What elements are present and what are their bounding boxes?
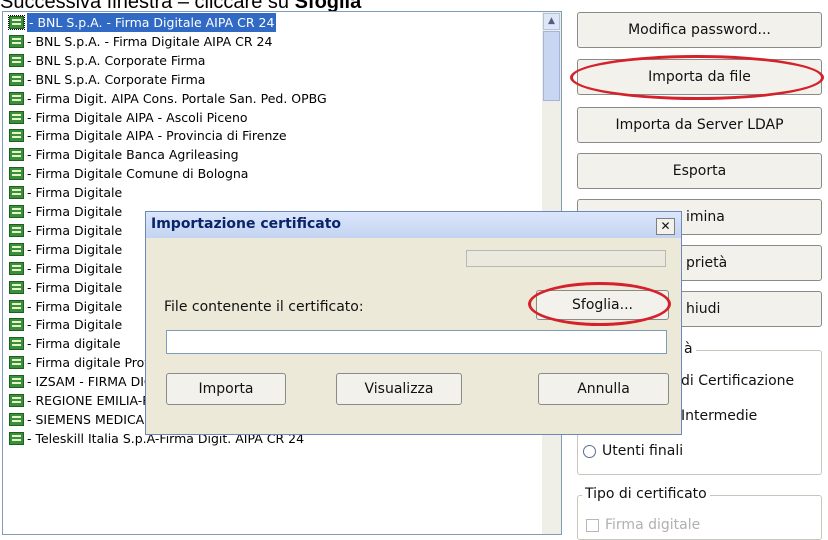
certificate-icon (9, 318, 24, 332)
list-item-label: - Firma digitale (27, 336, 121, 352)
list-item[interactable]: - Firma Digitale (9, 240, 122, 259)
list-item[interactable]: - Firma Digitale (9, 315, 122, 334)
list-item[interactable]: - Firma Digitale (9, 183, 122, 202)
certificate-icon (9, 394, 24, 407)
progress-bar (466, 250, 666, 267)
importa-da-file-button[interactable]: Importa da file (577, 59, 822, 95)
list-item-label: - Firma Digitale (27, 260, 123, 276)
list-item[interactable]: - Firma Digit. AIPA Cons. Portale San. P… (9, 89, 327, 108)
certificate-icon (9, 34, 24, 48)
radio-intermedie-label[interactable]: Intermedie (681, 408, 757, 424)
list-item-label: - Firma Digitale AIPA - Ascoli Piceno (27, 109, 248, 125)
list-item[interactable]: - BNL S.p.A. Corporate Firma (9, 70, 205, 89)
list-item-label: - Firma Digitale Banca Agrileasing (27, 147, 239, 163)
list-item[interactable]: - Firma Digitale (9, 221, 122, 240)
dialog-titlebar[interactable]: Importazione certificato ✕ (146, 212, 681, 238)
certificate-icon (9, 53, 24, 67)
list-item[interactable]: - Firma Digitale (9, 297, 122, 316)
esporta-button[interactable]: Esporta (577, 153, 822, 189)
certificate-icon (9, 110, 24, 124)
tipologia-group-title: à (681, 341, 696, 357)
list-item[interactable]: - BNL S.p.A. Corporate Firma (9, 51, 205, 70)
modifica-password-button[interactable]: Modifica password... (577, 12, 822, 48)
list-item-label: - Firma Digitale (27, 185, 123, 201)
list-item-label: - Firma Digitale Comune di Bologna (27, 166, 249, 182)
radio-utenti-finali[interactable]: Utenti finali (583, 443, 683, 459)
certificate-icon (8, 15, 25, 30)
firma-digitale-label: Firma digitale (605, 517, 701, 533)
list-item[interactable]: - Firma Digitale Banca Agrileasing (9, 145, 239, 164)
list-item[interactable]: - BNL S.p.A. - Firma Digitale AIPA CR 24 (8, 13, 277, 32)
list-item[interactable]: - Firma Digitale (9, 202, 122, 221)
visualizza-button[interactable]: Visualizza (336, 373, 462, 405)
radio-utenti-finali-label: Utenti finali (602, 443, 684, 459)
list-item-label: - Firma Digitale (27, 298, 123, 314)
certificate-icon (9, 280, 24, 294)
list-item-label: - Firma Digitale AIPA - Provincia di Fir… (27, 128, 287, 144)
certificate-icon (9, 375, 24, 389)
list-item-label: - Firma Digit. AIPA Cons. Portale San. P… (27, 90, 327, 106)
list-item-label: - Firma Digitale (27, 241, 123, 257)
certificate-icon (9, 337, 24, 351)
sfoglia-button[interactable]: Sfoglia... (536, 290, 669, 320)
list-item[interactable]: - Firma Digitale AIPA - Ascoli Piceno (9, 108, 248, 127)
certificate-icon (9, 72, 24, 86)
list-item[interactable]: - Firma Digitale Comune di Bologna (9, 164, 248, 183)
radio-certificazione-label[interactable]: di Certificazione (681, 373, 794, 389)
certificate-icon (9, 148, 24, 162)
firma-digitale-checkbox-row[interactable]: Firma digitale (586, 517, 700, 533)
certificate-icon (9, 412, 24, 426)
list-item-label: - Firma Digitale (27, 317, 123, 333)
certificate-icon (9, 242, 24, 256)
scroll-thumb[interactable] (543, 31, 560, 101)
list-item[interactable]: - Firma Digitale (9, 259, 122, 278)
list-item-label: - Firma Digitale (27, 222, 123, 238)
close-icon[interactable]: ✕ (656, 218, 675, 235)
certificate-icon (9, 167, 24, 181)
annulla-button[interactable]: Annulla (538, 373, 669, 405)
radio-button-icon[interactable] (583, 444, 596, 458)
certificate-icon (9, 129, 24, 143)
list-item-label: - Firma Digitale (27, 279, 123, 295)
import-dialog: Importazione certificato ✕ File contenen… (145, 211, 682, 435)
list-item-label: - BNL S.p.A. Corporate Firma (27, 71, 206, 87)
certificate-icon (9, 186, 24, 200)
certificate-icon (9, 261, 24, 275)
list-item-label: - BNL S.p.A. - Firma Digitale AIPA CR 24 (27, 33, 273, 49)
importa-ldap-button[interactable]: Importa da Server LDAP (577, 107, 822, 143)
list-item-label: - BNL S.p.A. - Firma Digitale AIPA CR 24 (27, 13, 277, 32)
certificate-icon (9, 205, 24, 218)
list-item[interactable]: - BNL S.p.A. - Firma Digitale AIPA CR 24 (9, 32, 272, 51)
list-item[interactable]: - Firma digitale (9, 334, 121, 353)
certificate-icon (9, 431, 24, 445)
list-item[interactable]: - Firma Digitale (9, 278, 122, 297)
checkbox-icon[interactable] (586, 518, 599, 532)
dialog-title: Importazione certificato (151, 216, 342, 232)
certificate-icon (9, 223, 24, 237)
file-path-input[interactable] (166, 330, 667, 354)
file-label: File contenente il certificato: (164, 299, 364, 315)
certificate-icon (9, 356, 24, 370)
tipo-certificato-title: Tipo di certificato (582, 486, 710, 502)
importa-button[interactable]: Importa (166, 373, 286, 405)
certificate-icon (9, 299, 24, 313)
certificate-icon (9, 91, 24, 105)
scroll-up-icon[interactable]: ▲ (543, 13, 560, 30)
list-item[interactable]: - Firma Digitale AIPA - Provincia di Fir… (9, 126, 287, 145)
list-item-label: - Firma Digitale (27, 204, 123, 219)
list-item-label: - BNL S.p.A. Corporate Firma (27, 52, 206, 68)
